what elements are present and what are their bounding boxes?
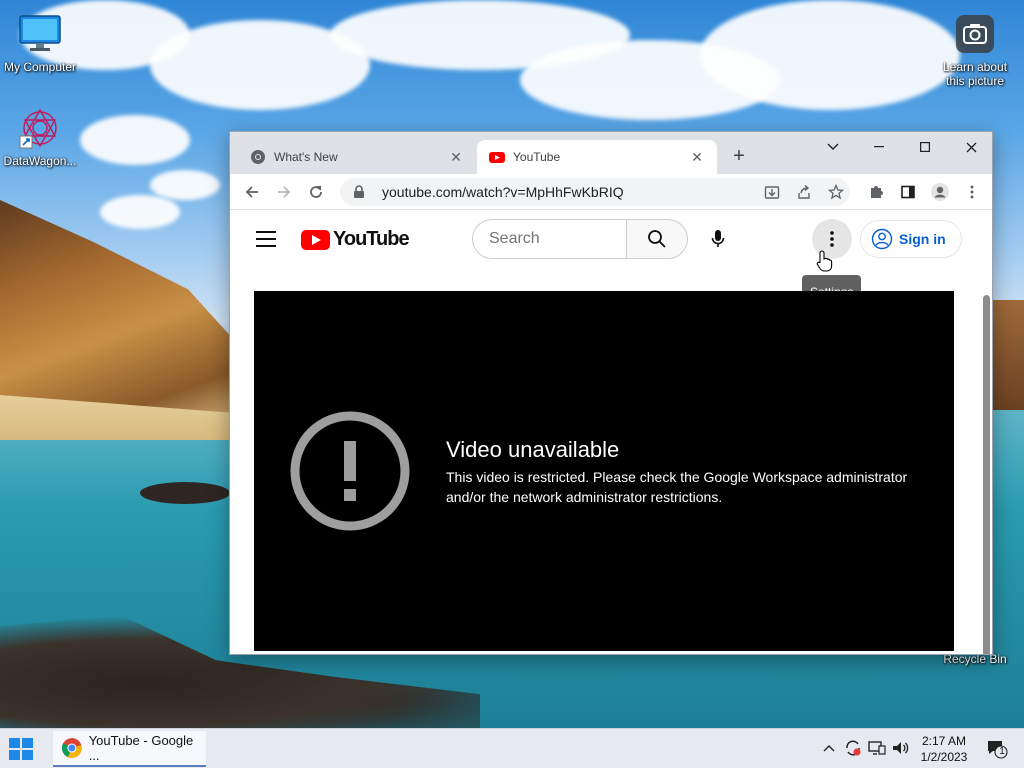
back-button[interactable] bbox=[240, 180, 264, 204]
bookmark-button[interactable] bbox=[824, 180, 848, 204]
clock-time: 2:17 AM bbox=[921, 734, 967, 748]
install-icon bbox=[764, 186, 780, 199]
sign-in-label: Sign in bbox=[899, 231, 946, 247]
alert-icon bbox=[290, 411, 410, 531]
forward-button[interactable] bbox=[272, 180, 296, 204]
guide-menu-button[interactable] bbox=[256, 231, 276, 247]
youtube-page: YouTube Sign in Settings bbox=[230, 211, 992, 654]
tab-whats-new[interactable]: What's New ✕ bbox=[238, 140, 476, 174]
taskbar-app-chrome[interactable]: YouTube - Google ... bbox=[53, 731, 206, 767]
new-tab-button[interactable]: + bbox=[727, 145, 751, 169]
clock-date: 1/2/2023 bbox=[920, 750, 968, 764]
browser-window: What's New ✕ YouTube ✕ + youtube.com/wat… bbox=[229, 131, 993, 655]
chrome-icon bbox=[251, 150, 265, 164]
desktop-icon-label: My Computer bbox=[3, 60, 77, 74]
search-input[interactable] bbox=[472, 219, 626, 259]
desktop-icon-label: Learn about this picture bbox=[942, 60, 1008, 88]
windows-start-icon[interactable] bbox=[8, 737, 34, 761]
reload-button[interactable] bbox=[304, 180, 328, 204]
chevron-up-icon bbox=[823, 745, 835, 752]
chrome-icon bbox=[61, 738, 82, 758]
sign-in-button[interactable]: Sign in bbox=[860, 220, 962, 258]
chevron-down-icon bbox=[827, 143, 839, 150]
chrome-menu-button[interactable] bbox=[960, 180, 984, 204]
star-icon bbox=[828, 184, 844, 200]
minimize-button[interactable] bbox=[856, 132, 902, 162]
browser-toolbar: youtube.com/watch?v=MpHhFwKbRIQ bbox=[230, 174, 992, 210]
close-tab-icon[interactable]: ✕ bbox=[448, 149, 464, 165]
lock-icon bbox=[354, 185, 364, 198]
video-player[interactable]: Video unavailable This video is restrict… bbox=[254, 291, 954, 651]
tray-sync-icon[interactable] bbox=[844, 739, 862, 757]
youtube-icon bbox=[489, 152, 505, 163]
maximize-button[interactable] bbox=[902, 132, 948, 162]
sync-icon bbox=[846, 740, 861, 756]
desktop-icon-my-computer[interactable]: My Computer bbox=[0, 12, 80, 74]
tray-network-icon[interactable] bbox=[868, 739, 886, 757]
camera-icon bbox=[953, 12, 997, 56]
youtube-play-icon bbox=[301, 229, 330, 250]
tab-youtube[interactable]: YouTube ✕ bbox=[477, 140, 717, 174]
voice-search-button[interactable] bbox=[698, 219, 738, 259]
share-button[interactable] bbox=[792, 180, 816, 204]
side-panel-button[interactable] bbox=[896, 180, 920, 204]
youtube-logo[interactable]: YouTube bbox=[301, 228, 410, 251]
tray-volume-icon[interactable] bbox=[892, 739, 910, 757]
url-text: youtube.com/watch?v=MpHhFwKbRIQ bbox=[382, 184, 624, 200]
puzzle-icon bbox=[871, 186, 883, 198]
network-icon bbox=[868, 741, 886, 755]
tab-title: YouTube bbox=[513, 150, 561, 164]
close-window-button[interactable] bbox=[948, 132, 992, 162]
datawagon-logo-icon bbox=[18, 106, 62, 150]
search-button[interactable] bbox=[626, 219, 688, 259]
install-app-button[interactable] bbox=[760, 180, 784, 204]
close-tab-icon[interactable]: ✕ bbox=[689, 149, 705, 165]
profile-button[interactable] bbox=[928, 180, 952, 204]
desktop-icon-label: DataWagon... bbox=[3, 154, 77, 168]
notification-count: 1 bbox=[999, 746, 1005, 757]
minimize-icon bbox=[874, 146, 884, 148]
taskbar-app-label: YouTube - Google ... bbox=[88, 733, 194, 763]
search-icon bbox=[648, 230, 666, 248]
maximize-icon bbox=[920, 142, 930, 152]
youtube-logo-text: YouTube bbox=[333, 228, 410, 250]
tab-title: What's New bbox=[274, 150, 338, 164]
monitor-icon bbox=[18, 12, 62, 56]
menu-icon bbox=[256, 231, 276, 233]
microphone-icon bbox=[711, 230, 725, 247]
page-scrollbar[interactable] bbox=[983, 295, 990, 654]
more-vert-icon bbox=[830, 231, 834, 247]
more-vert-icon bbox=[970, 185, 974, 199]
tab-search-button[interactable] bbox=[810, 132, 856, 162]
taskbar: YouTube - Google ... 2:17 AM 1/2/2023 1 bbox=[0, 728, 1024, 768]
close-icon bbox=[966, 142, 976, 152]
account-circle-icon bbox=[871, 228, 893, 250]
hand-cursor-icon bbox=[816, 250, 833, 272]
tab-strip: What's New ✕ YouTube ✕ + bbox=[230, 132, 992, 174]
taskbar-clock[interactable]: 2:17 AM 1/2/2023 bbox=[912, 733, 976, 765]
profile-icon bbox=[931, 183, 949, 201]
error-title: Video unavailable bbox=[446, 437, 620, 462]
tray-overflow-button[interactable] bbox=[820, 739, 838, 757]
notification-center-button[interactable]: 1 bbox=[986, 739, 1008, 759]
arrow-left-icon bbox=[245, 186, 258, 198]
error-message: This video is restricted. Please check t… bbox=[446, 469, 908, 505]
arrow-right-icon bbox=[278, 186, 291, 198]
desktop-icon-datawagon[interactable]: DataWagon... bbox=[0, 106, 80, 168]
side-panel-icon bbox=[901, 185, 915, 199]
desktop-icon-learn-about-picture[interactable]: Learn about this picture bbox=[935, 12, 1015, 88]
volume-icon bbox=[893, 742, 909, 754]
extensions-button[interactable] bbox=[864, 180, 888, 204]
reload-icon bbox=[310, 185, 322, 198]
share-icon bbox=[798, 184, 810, 199]
search-box bbox=[472, 219, 688, 259]
